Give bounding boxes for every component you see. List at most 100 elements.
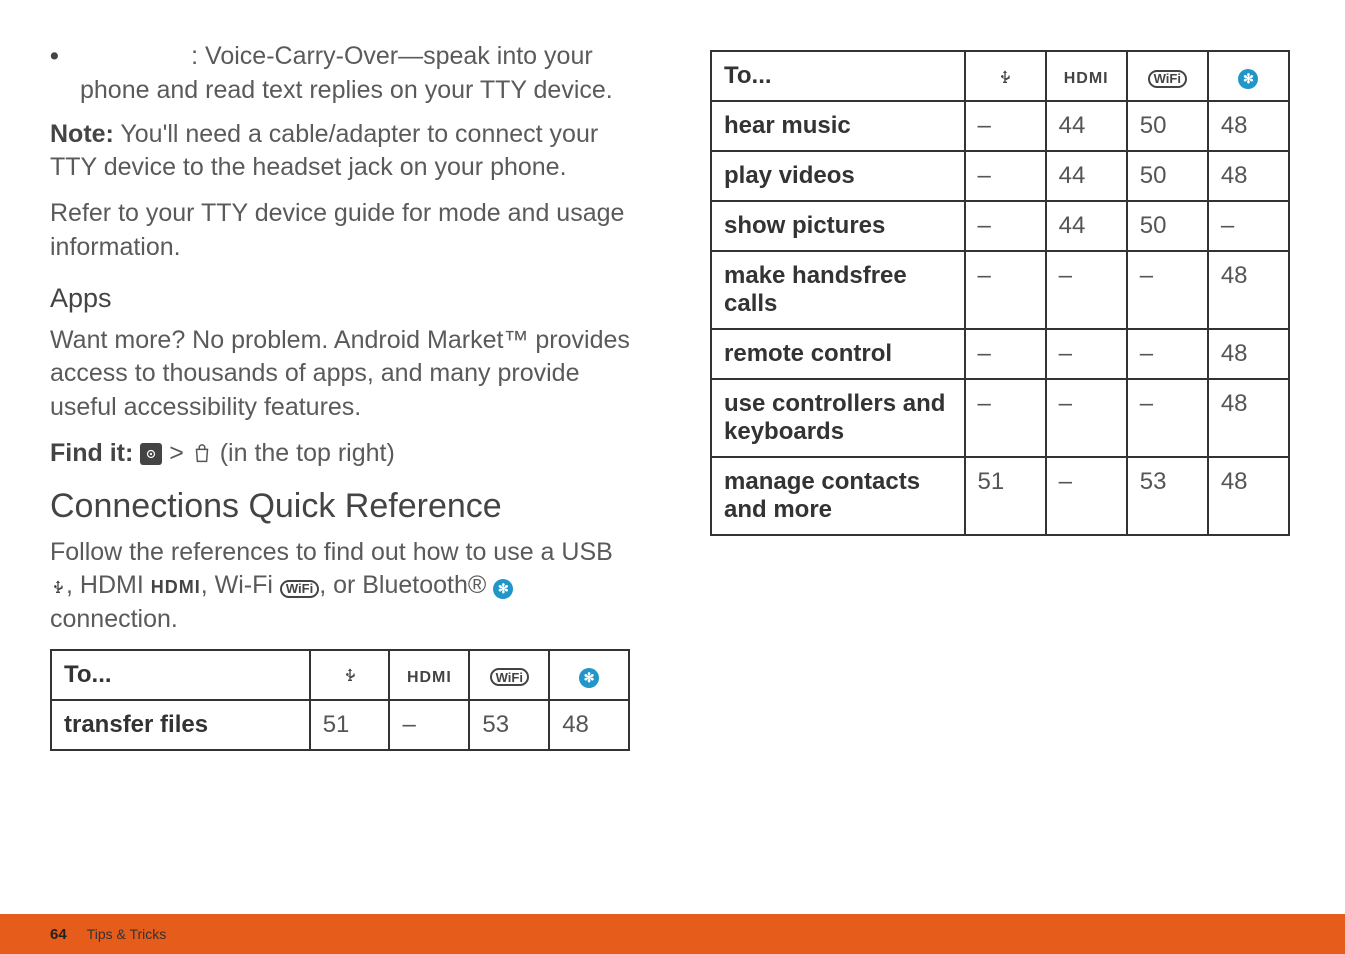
wifi-icon: WiFi — [280, 580, 319, 598]
apps-body: Want more? No problem. Android Market™ p… — [50, 324, 630, 425]
page-footer: 64 Tips & Tricks — [0, 914, 1345, 954]
table-row: hear music – 44 50 48 — [711, 101, 1289, 151]
cell: – — [1046, 329, 1127, 379]
bullet-lead: : Voice-Carry-Over—speak into your phone… — [80, 42, 613, 104]
cell: 44 — [1046, 201, 1127, 251]
home-icon — [140, 443, 162, 465]
cell: – — [1127, 379, 1208, 457]
row-label: make handsfree calls — [711, 251, 965, 329]
refer-paragraph: Refer to your TTY device guide for mode … — [50, 197, 630, 265]
cell: – — [1046, 251, 1127, 329]
cell: 48 — [1208, 151, 1289, 201]
col-hdmi: HDMI — [1046, 51, 1127, 101]
cell: 53 — [1127, 457, 1208, 535]
col-bt: ✻ — [1208, 51, 1289, 101]
col-bt: ✻ — [549, 650, 629, 700]
cell: – — [965, 329, 1046, 379]
connections-heading: Connections Quick Reference — [50, 487, 630, 526]
table-header-row: To... HDMI WiFi ✻ — [711, 51, 1289, 101]
page-number: 64 — [50, 926, 67, 943]
apps-heading: Apps — [50, 283, 630, 314]
col-usb — [310, 650, 390, 700]
col-usb — [965, 51, 1046, 101]
cell: – — [965, 379, 1046, 457]
cell: 48 — [1208, 457, 1289, 535]
cell: 50 — [1127, 201, 1208, 251]
col-wifi: WiFi — [1127, 51, 1208, 101]
shopping-bag-icon — [191, 443, 213, 465]
cell: – — [1208, 201, 1289, 251]
bullet-item: • : Voice-Carry-Over—speak into your pho… — [50, 40, 630, 108]
cell: 51 — [310, 700, 390, 750]
hdmi-icon: HDMI — [407, 669, 452, 686]
row-label: use controllers and keyboards — [711, 379, 965, 457]
reference-table-left: To... HDMI WiFi ✻ transfer files 51 – 53… — [50, 649, 630, 751]
bluetooth-icon: ✻ — [579, 668, 599, 688]
reference-table-right: To... HDMI WiFi ✻ hear music – 44 50 48 … — [710, 50, 1290, 536]
cell: – — [965, 251, 1046, 329]
cell: 44 — [1046, 101, 1127, 151]
usb-icon — [50, 577, 66, 597]
table-row: manage contacts and more 51 – 53 48 — [711, 457, 1289, 535]
cell: 48 — [1208, 379, 1289, 457]
conn-body-1: Follow the references to find out how to… — [50, 538, 613, 566]
bluetooth-icon: ✻ — [493, 579, 513, 599]
hdmi-icon: HDMI — [1064, 70, 1109, 87]
bullet-marker: • — [50, 40, 80, 108]
row-label: transfer files — [51, 700, 310, 750]
table-row: show pictures – 44 50 – — [711, 201, 1289, 251]
usb-icon — [997, 67, 1013, 87]
right-column: To... HDMI WiFi ✻ hear music – 44 50 48 … — [710, 40, 1290, 751]
col-wifi: WiFi — [469, 650, 549, 700]
cell: – — [1127, 251, 1208, 329]
conn-body-2: , HDMI — [66, 571, 151, 599]
cell: 48 — [1208, 101, 1289, 151]
conn-body-4: , or Bluetooth® — [319, 571, 493, 599]
table-row: transfer files 51 – 53 48 — [51, 700, 629, 750]
table-header-row: To... HDMI WiFi ✻ — [51, 650, 629, 700]
cell: – — [1127, 329, 1208, 379]
left-column: • : Voice-Carry-Over—speak into your pho… — [50, 40, 630, 751]
usb-icon — [342, 665, 358, 685]
row-label: remote control — [711, 329, 965, 379]
table-row: make handsfree calls – – – 48 — [711, 251, 1289, 329]
connections-body: Follow the references to find out how to… — [50, 536, 630, 637]
row-label: manage contacts and more — [711, 457, 965, 535]
cell: 53 — [469, 700, 549, 750]
cell: 48 — [549, 700, 629, 750]
table-row: play videos – 44 50 48 — [711, 151, 1289, 201]
conn-body-3: , Wi-Fi — [201, 571, 280, 599]
col-hdmi: HDMI — [389, 650, 469, 700]
findit-tail: (in the top right) — [220, 439, 395, 467]
wifi-icon: WiFi — [490, 668, 529, 686]
row-label: play videos — [711, 151, 965, 201]
wifi-icon: WiFi — [1148, 70, 1187, 88]
note-paragraph: Note: You'll need a cable/adapter to con… — [50, 118, 630, 186]
cell: – — [965, 201, 1046, 251]
cell: – — [1046, 457, 1127, 535]
bluetooth-icon: ✻ — [1238, 69, 1258, 89]
cell: 48 — [1208, 251, 1289, 329]
col-to: To... — [711, 51, 965, 101]
note-label: Note: — [50, 120, 114, 148]
note-text: You'll need a cable/adapter to connect y… — [50, 120, 598, 182]
cell: 50 — [1127, 101, 1208, 151]
cell: – — [965, 151, 1046, 201]
row-label: show pictures — [711, 201, 965, 251]
cell: 44 — [1046, 151, 1127, 201]
cell: – — [965, 101, 1046, 151]
conn-body-5: connection. — [50, 605, 178, 633]
cell: – — [389, 700, 469, 750]
cell: 51 — [965, 457, 1046, 535]
table-row: use controllers and keyboards – – – 48 — [711, 379, 1289, 457]
findit-label: Find it: — [50, 439, 133, 467]
hdmi-icon: HDMI — [151, 577, 201, 597]
cell: – — [1046, 379, 1127, 457]
section-name: Tips & Tricks — [87, 926, 167, 942]
cell: 48 — [1208, 329, 1289, 379]
row-label: hear music — [711, 101, 965, 151]
page-columns: • : Voice-Carry-Over—speak into your pho… — [0, 0, 1345, 751]
table-row: remote control – – – 48 — [711, 329, 1289, 379]
col-to: To... — [51, 650, 310, 700]
cell: 50 — [1127, 151, 1208, 201]
